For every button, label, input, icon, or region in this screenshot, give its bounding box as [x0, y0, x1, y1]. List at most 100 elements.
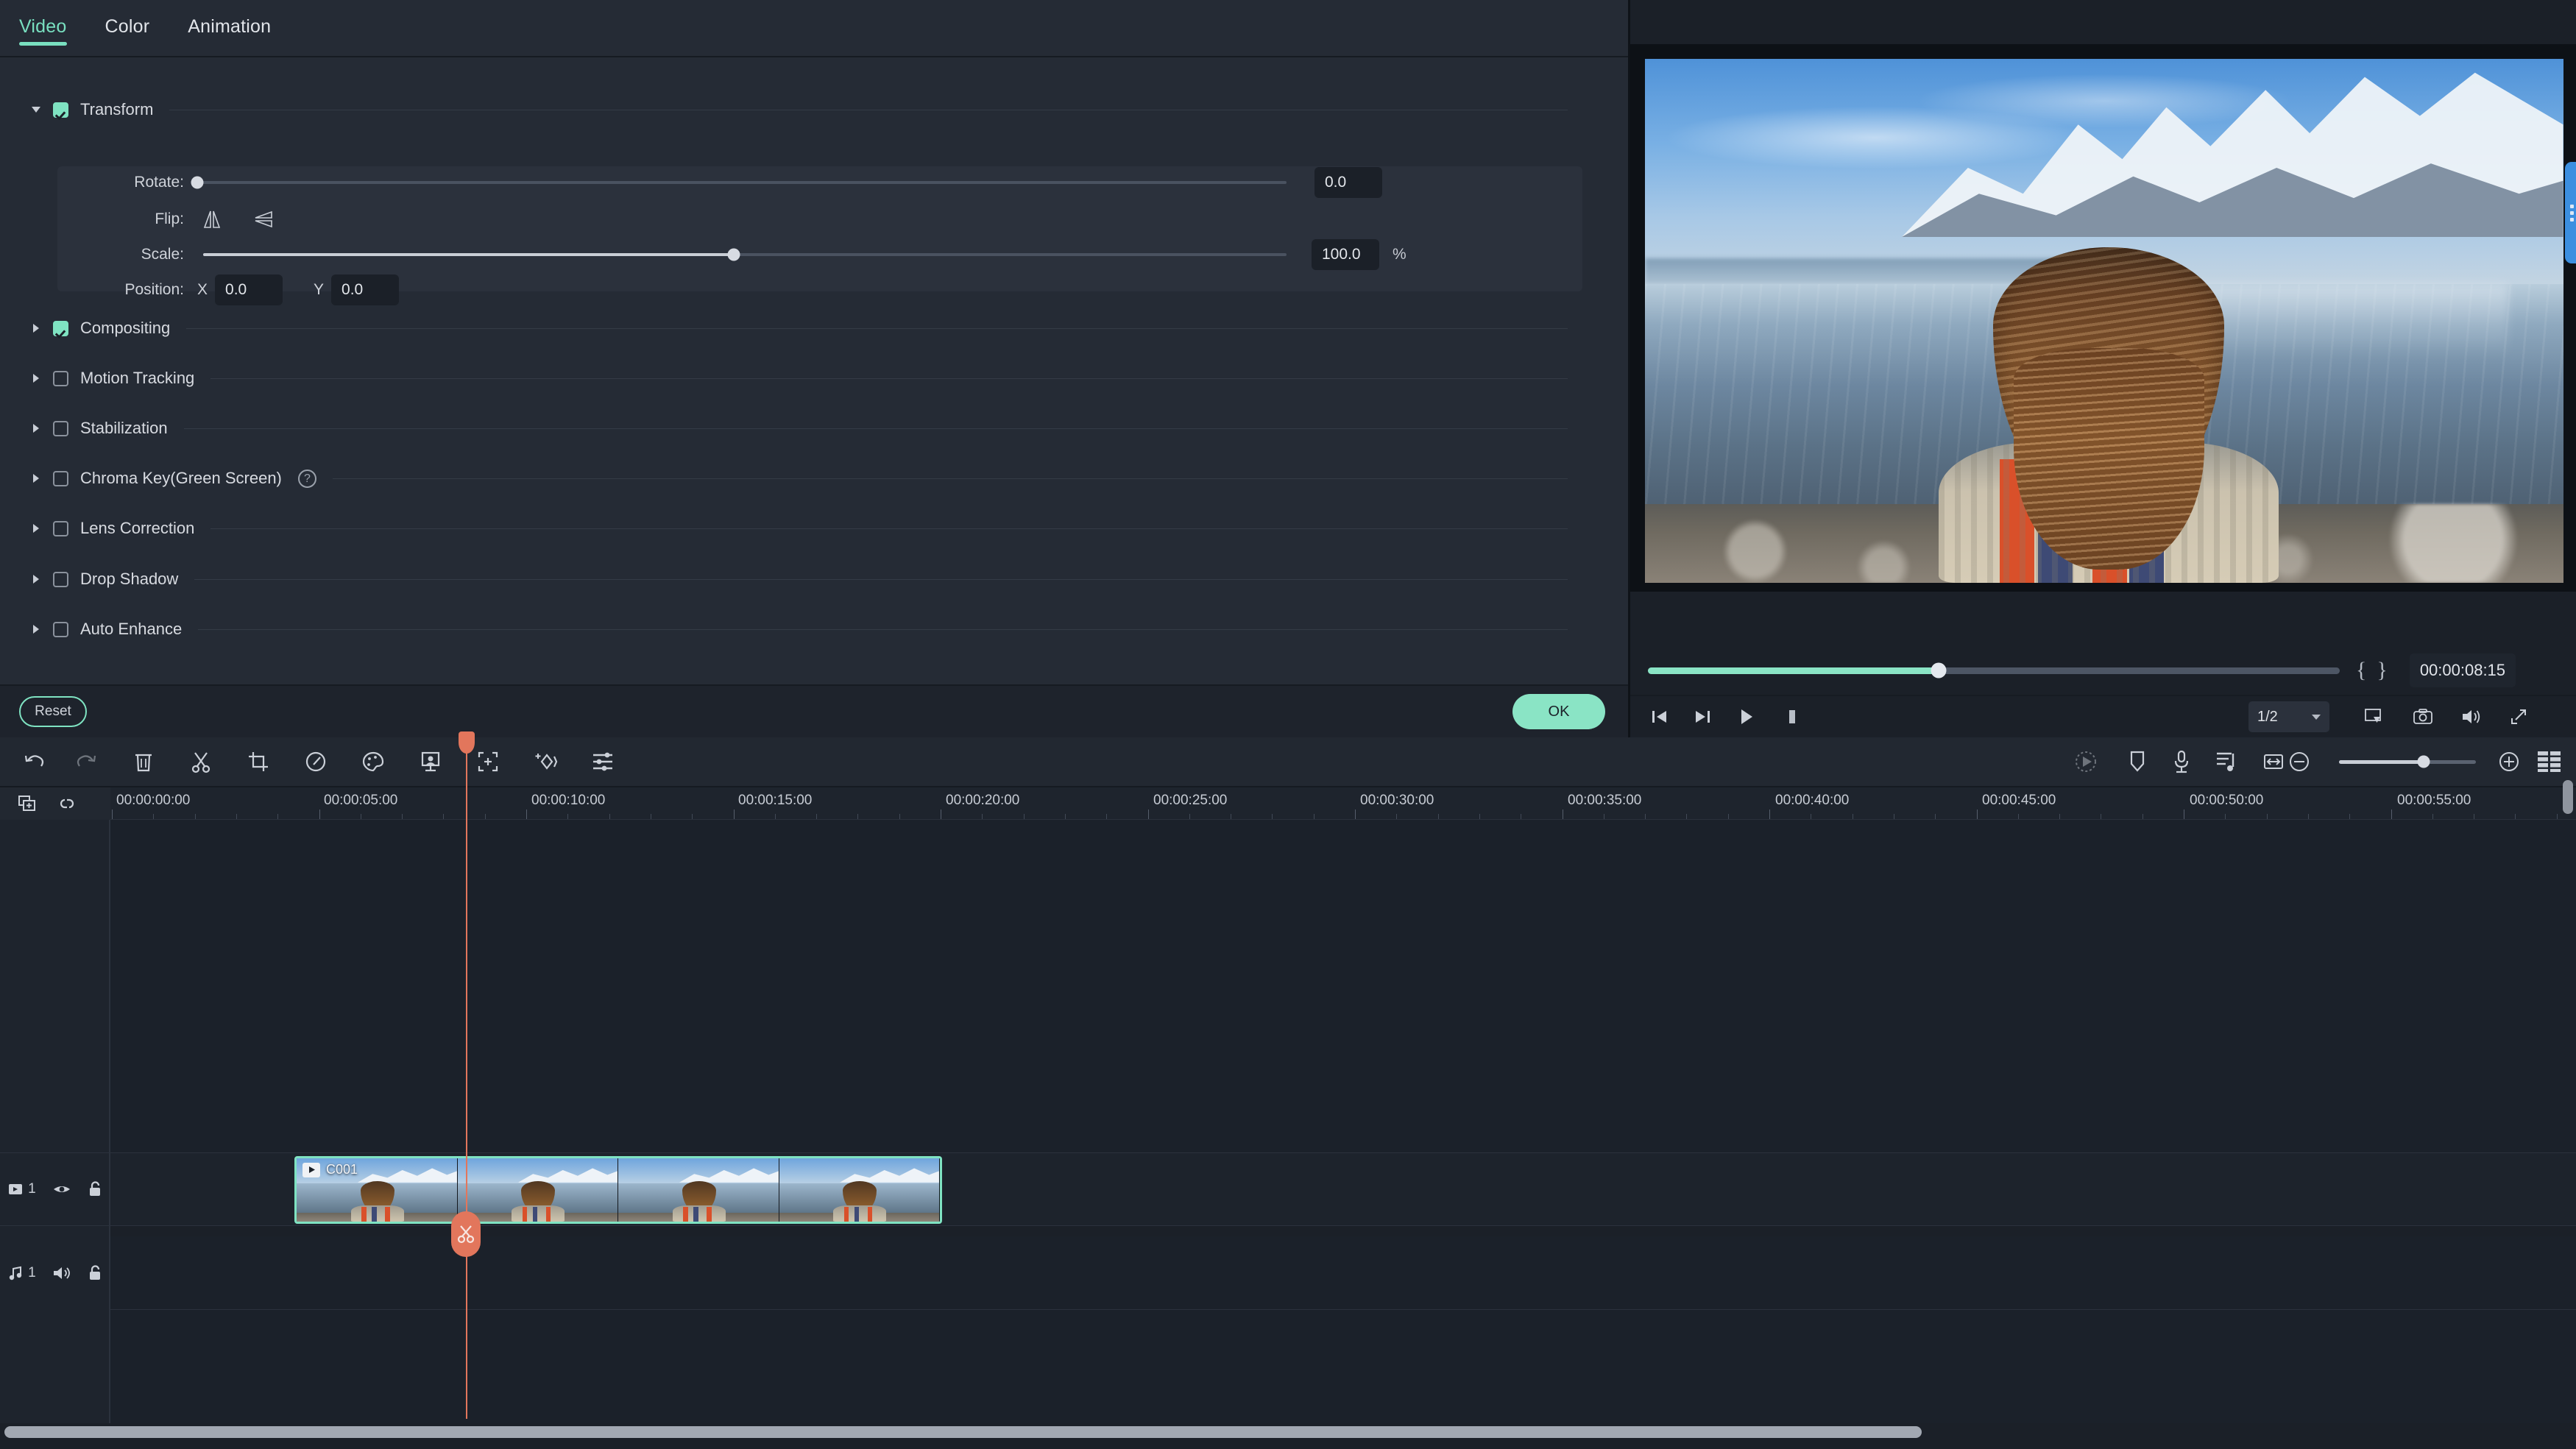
checkbox-transform[interactable]	[53, 102, 68, 118]
eye-icon[interactable]	[52, 1183, 71, 1196]
chevron-down-icon[interactable]	[26, 104, 46, 115]
grid-view-icon[interactable]	[2528, 740, 2571, 783]
checkbox-compositing[interactable]	[53, 320, 68, 336]
playhead-handle[interactable]	[459, 731, 475, 754]
unlock-icon[interactable]	[88, 1181, 102, 1197]
chroma-key-icon[interactable]	[409, 740, 452, 783]
scrollbar-thumb[interactable]	[4, 1426, 1922, 1438]
section-header-transform[interactable]: Transform	[0, 93, 1590, 127]
add-track-icon[interactable]	[10, 789, 44, 818]
tab-animation[interactable]: Animation	[188, 16, 271, 46]
chevron-right-icon[interactable]	[26, 323, 46, 333]
position-y-field[interactable]: 0.0	[331, 274, 400, 305]
lane-empty-lower[interactable]	[110, 1310, 2576, 1423]
step-forward-icon[interactable]	[1685, 700, 1720, 734]
checkbox-lens-correction[interactable]	[53, 520, 68, 536]
audio-track-icon[interactable]: 1	[8, 1265, 36, 1281]
position-x-field[interactable]: 0.0	[215, 274, 283, 305]
rotate-slider[interactable]	[191, 168, 1287, 197]
split-at-playhead-button[interactable]	[451, 1211, 481, 1257]
preview-stage[interactable]	[1630, 44, 2576, 592]
link-icon[interactable]	[50, 789, 84, 818]
speaker-icon[interactable]	[52, 1266, 71, 1280]
timeline-zoom-knob[interactable]	[2417, 755, 2430, 768]
render-icon[interactable]	[2064, 740, 2107, 783]
screen-icon[interactable]	[2355, 700, 2391, 734]
timeline-horizontal-scrollbar[interactable]	[0, 1424, 2576, 1440]
ok-button[interactable]: OK	[1512, 694, 1605, 729]
playhead[interactable]	[459, 731, 475, 1419]
checkbox-motion-tracking[interactable]	[53, 370, 68, 386]
preview-vertical-scrollbar-thumb[interactable]	[2563, 780, 2573, 814]
section-header-chroma-key[interactable]: Chroma Key(Green Screen) ?	[0, 461, 1590, 495]
panel-resize-handle[interactable]	[2565, 162, 2576, 263]
speaker-icon[interactable]	[2453, 700, 2488, 734]
lane-audio-1[interactable]	[110, 1236, 2576, 1310]
rotate-value-field[interactable]: 0.0	[1314, 167, 1382, 198]
preview-seek-knob[interactable]	[1931, 662, 1947, 679]
plus-circle-icon[interactable]	[2488, 740, 2530, 783]
chevron-right-icon[interactable]	[26, 373, 46, 383]
tab-video[interactable]: Video	[19, 16, 67, 46]
preview-seek-bar[interactable]	[1648, 662, 2340, 679]
unlock-icon[interactable]	[88, 1265, 102, 1281]
section-header-compositing[interactable]: Compositing	[0, 311, 1590, 345]
timeline-clip-c001[interactable]: C001	[294, 1156, 942, 1224]
properties-panel: Video Color Animation Transform Rotate: …	[0, 0, 1628, 737]
checkbox-chroma-key[interactable]	[53, 470, 68, 486]
checkbox-drop-shadow[interactable]	[53, 571, 68, 587]
lane-empty-upper[interactable]	[110, 820, 2576, 1152]
chevron-right-icon[interactable]	[26, 624, 46, 634]
brace-right-icon[interactable]: }	[2377, 658, 2387, 683]
section-header-lens-correction[interactable]: Lens Correction	[0, 511, 1590, 545]
mask-icon[interactable]	[524, 740, 567, 783]
checkbox-stabilization[interactable]	[53, 420, 68, 436]
lane-video-1[interactable]: C001	[110, 1152, 2576, 1226]
scale-slider[interactable]	[203, 240, 1287, 269]
brace-left-icon[interactable]: {	[2356, 658, 2366, 683]
scale-slider-knob[interactable]	[727, 248, 740, 261]
sliders-icon[interactable]	[581, 740, 624, 783]
marker-icon[interactable]	[2116, 740, 2159, 783]
video-track-icon[interactable]: 1	[8, 1181, 36, 1197]
help-icon[interactable]: ?	[297, 469, 316, 488]
audio-beat-icon[interactable]	[2204, 740, 2247, 783]
section-header-stabilization[interactable]: Stabilization	[0, 411, 1590, 445]
chevron-right-icon[interactable]	[26, 423, 46, 433]
checkbox-auto-enhance[interactable]	[53, 621, 68, 637]
track-header-video-1[interactable]: 1	[0, 1152, 110, 1226]
minus-circle-icon[interactable]	[2278, 740, 2321, 783]
microphone-icon[interactable]	[2160, 740, 2203, 783]
crop-icon[interactable]	[237, 740, 280, 783]
timeline-zoom-slider[interactable]	[2339, 755, 2476, 768]
reset-button[interactable]: Reset	[19, 696, 87, 727]
flip-vertical-icon[interactable]	[197, 205, 227, 234]
section-header-drop-shadow[interactable]: Drop Shadow	[0, 562, 1590, 596]
trash-icon[interactable]	[122, 740, 165, 783]
timeline-ruler[interactable]: 00:00:00:00 00:00:05:00 00:00:10:00 00:0…	[110, 787, 2576, 820]
section-header-auto-enhance[interactable]: Auto Enhance	[0, 612, 1590, 646]
speedometer-icon[interactable]	[294, 740, 337, 783]
tab-color[interactable]: Color	[105, 16, 150, 46]
chevron-right-icon[interactable]	[26, 473, 46, 483]
chevron-right-icon[interactable]	[26, 574, 46, 584]
expand-icon[interactable]	[2501, 700, 2536, 734]
undo-icon[interactable]	[13, 740, 56, 783]
scissors-icon[interactable]	[180, 740, 222, 783]
scale-value-field[interactable]: 100.0	[1312, 239, 1379, 270]
timeline-toolbar	[0, 737, 2576, 787]
track-header-audio-1[interactable]: 1	[0, 1236, 110, 1310]
step-backward-icon[interactable]	[1642, 700, 1677, 734]
stop-icon[interactable]	[1774, 700, 1810, 734]
play-icon[interactable]	[1729, 700, 1764, 734]
palette-icon[interactable]	[352, 740, 394, 783]
chevron-right-icon[interactable]	[26, 523, 46, 534]
section-header-motion-tracking[interactable]: Motion Tracking	[0, 361, 1590, 395]
rotate-slider-knob[interactable]	[191, 176, 204, 189]
redo-icon[interactable]	[65, 740, 107, 783]
preview-timecode[interactable]: 00:00:08:15	[2409, 653, 2516, 687]
preview-quality-select[interactable]: 1/2	[2248, 701, 2329, 732]
camera-icon[interactable]	[2405, 700, 2441, 734]
flip-horizontal-icon[interactable]	[249, 205, 278, 234]
section-divider	[198, 628, 1568, 630]
